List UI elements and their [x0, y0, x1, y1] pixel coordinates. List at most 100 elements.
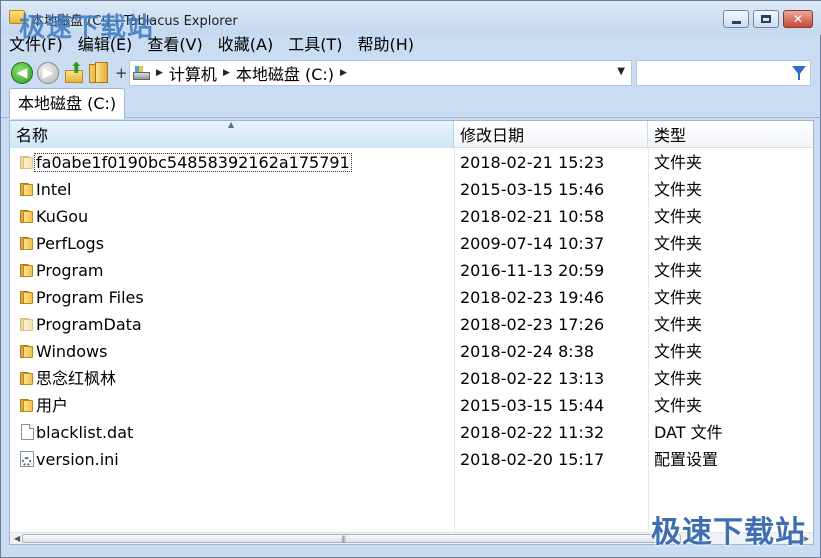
file-type: 文件夹 [654, 288, 703, 307]
file-modified-date: 2016-11-13 20:59 [460, 261, 605, 280]
tab-drive-c[interactable]: 本地磁盘 (C:) [9, 88, 126, 119]
folder-icon [20, 264, 35, 277]
new-tab-button[interactable]: + [115, 64, 128, 82]
file-type: 文件夹 [654, 207, 703, 226]
menu-view[interactable]: 查看(V) [145, 34, 204, 56]
file-modified-date: 2018-02-20 15:17 [460, 450, 605, 469]
list-item[interactable]: blacklist.dat 2018-02-22 11:32 DAT 文件 [10, 419, 813, 446]
close-icon: ✕ [792, 12, 804, 26]
window-controls: ✕ [723, 10, 813, 28]
file-type: 文件夹 [654, 153, 703, 172]
breadcrumb-drive-c[interactable]: 本地磁盘 (C:) [236, 61, 334, 85]
up-folder-button[interactable]: ⬆ [65, 59, 85, 84]
file-list: ▲ 名称 修改日期 类型 fa0abe1f0190bc54858392162a1… [9, 120, 814, 545]
file-name: PerfLogs [36, 234, 105, 253]
file-type: 文件夹 [654, 369, 703, 388]
folder-icon [20, 237, 35, 250]
file-type: 配置设置 [654, 450, 719, 469]
grip-icon: ||| [341, 535, 346, 543]
list-item[interactable]: Intel 2015-03-15 15:46 文件夹 [10, 176, 813, 203]
list-header: ▲ 名称 修改日期 类型 [10, 121, 813, 148]
search-input[interactable] [636, 60, 811, 86]
list-item[interactable]: fa0abe1f0190bc54858392162a175791 2018-02-… [10, 149, 813, 176]
folder-icon [20, 345, 35, 358]
file-name: 用户 [36, 396, 69, 415]
folder-icon [20, 318, 35, 331]
folder-icon [20, 291, 35, 304]
file-name: Windows [36, 342, 108, 361]
toolbar: ◀ ▶ ⬆ + ▶ 计算机 ▶ 本地磁盘 (C:) ▶ ▼ [1, 58, 821, 88]
file-type: 文件夹 [654, 315, 703, 334]
title-bar[interactable]: 本地磁盘 (C:) - Tablacus Explorer 极速下载站 ✕ [1, 1, 821, 43]
maximize-button[interactable] [753, 10, 779, 28]
menu-help[interactable]: 帮助(H) [355, 34, 416, 56]
list-item[interactable]: 用户 2015-03-15 15:44 文件夹 [10, 392, 813, 419]
file-modified-date: 2018-02-21 15:23 [460, 153, 605, 172]
folder-icon [20, 210, 35, 223]
file-name: 思念红枫林 [36, 369, 117, 388]
close-button[interactable]: ✕ [783, 10, 813, 28]
list-item[interactable]: ProgramData 2018-02-23 17:26 文件夹 [10, 311, 813, 338]
chevron-right-icon[interactable]: ▶ [340, 68, 347, 78]
chevron-right-icon[interactable]: ▶ [223, 68, 230, 78]
file-name: fa0abe1f0190bc54858392162a175791 [34, 149, 352, 176]
file-modified-date: 2009-07-14 10:37 [460, 234, 605, 253]
list-item[interactable]: Program 2016-11-13 20:59 文件夹 [10, 257, 813, 284]
file-name: Program Files [36, 288, 144, 307]
back-button[interactable]: ◀ [11, 62, 33, 84]
file-name: version.ini [36, 450, 119, 469]
column-header-name-label: 名称 [16, 126, 49, 145]
address-dropdown-icon[interactable]: ▼ [617, 66, 625, 77]
list-item[interactable]: Windows 2018-02-24 8:38 文件夹 [10, 338, 813, 365]
list-item[interactable]: PerfLogs 2009-07-14 10:37 文件夹 [10, 230, 813, 257]
file-modified-date: 2015-03-15 15:44 [460, 396, 605, 415]
chevron-right-icon[interactable]: ▶ [156, 68, 163, 78]
list-item[interactable]: version.ini 2018-02-20 15:17 配置设置 [10, 446, 813, 473]
address-bar[interactable]: ▶ 计算机 ▶ 本地磁盘 (C:) ▶ ▼ [129, 60, 632, 86]
scroll-left-icon[interactable]: ◀ [14, 534, 20, 543]
file-modified-date: 2018-02-21 10:58 [460, 207, 605, 226]
file-modified-date: 2018-02-24 8:38 [460, 342, 594, 361]
file-type: 文件夹 [654, 261, 703, 280]
minimize-button[interactable] [723, 10, 749, 28]
file-modified-date: 2018-02-22 13:13 [460, 369, 605, 388]
file-name: Intel [36, 180, 72, 199]
file-type: 文件夹 [654, 396, 703, 415]
arrow-right-icon: ▶ [42, 65, 54, 81]
menu-file[interactable]: 文件(F) [7, 34, 65, 56]
menu-edit[interactable]: 编辑(E) [76, 34, 135, 56]
menu-tools[interactable]: 工具(T) [286, 34, 344, 56]
file-type: 文件夹 [654, 342, 703, 361]
list-item[interactable]: KuGou 2018-02-21 10:58 文件夹 [10, 203, 813, 230]
tab-strip: 本地磁盘 (C:) [1, 88, 821, 119]
menu-favorites[interactable]: 收藏(A) [216, 34, 275, 56]
folder-icon [20, 156, 35, 169]
file-modified-date: 2018-02-23 19:46 [460, 288, 605, 307]
folders-button[interactable] [89, 62, 109, 84]
filter-icon[interactable] [792, 66, 806, 80]
column-header-type[interactable]: 类型 [648, 121, 813, 148]
column-header-date[interactable]: 修改日期 [454, 121, 648, 148]
file-modified-date: 2015-03-15 15:46 [460, 180, 605, 199]
folder-icon [20, 372, 35, 385]
sort-ascending-icon: ▲ [228, 120, 235, 129]
breadcrumb: ▶ 计算机 ▶ 本地磁盘 (C:) ▶ [156, 61, 347, 85]
scrollbar-thumb[interactable]: ||| [22, 534, 681, 543]
list-item[interactable]: Program Files 2018-02-23 19:46 文件夹 [10, 284, 813, 311]
computer-icon [133, 66, 150, 80]
arrow-up-icon: ⬆ [70, 59, 83, 77]
file-modified-date: 2018-02-22 11:32 [460, 423, 605, 442]
breadcrumb-computer[interactable]: 计算机 [169, 61, 217, 85]
settings-file-icon [20, 451, 34, 467]
arrow-left-icon: ◀ [16, 65, 28, 81]
list-item[interactable]: 思念红枫林 2018-02-22 13:13 文件夹 [10, 365, 813, 392]
folder-icon [20, 183, 35, 196]
folder-icon [95, 62, 108, 83]
folder-icon [20, 399, 35, 412]
file-icon [21, 424, 34, 440]
file-name: KuGou [36, 207, 89, 226]
column-header-name[interactable]: ▲ 名称 [10, 121, 454, 148]
watermark: 极速下载站 [651, 515, 806, 550]
file-name: Program [36, 261, 104, 280]
forward-button[interactable]: ▶ [37, 62, 59, 84]
